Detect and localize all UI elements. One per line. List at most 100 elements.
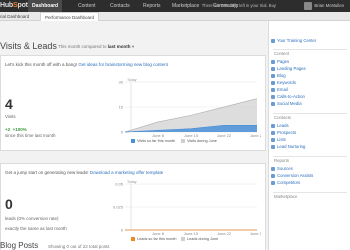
y-tick-label: 0.025 [113, 205, 124, 210]
compare-dropdown[interactable]: last month [108, 44, 131, 49]
sub-nav: rial Dashboard Performance Dashboard [0, 12, 350, 21]
leads-label: leads (0% conversion rate) [5, 216, 59, 221]
sidebar-item-lists[interactable]: Lists [271, 137, 286, 143]
sidebar-heading-reports: Reports [274, 158, 290, 163]
sidebar-item-label: Landing Pages [277, 66, 306, 71]
tab-dashboard[interactable]: rial Dashboard [0, 12, 29, 21]
compare-label: This month compared to last month ▾ [58, 44, 135, 49]
sidebar-item-icon [271, 181, 275, 185]
hubspot-logo[interactable]: HubSpot [0, 1, 28, 11]
sidebar-item-prospects[interactable]: Prospects [271, 130, 297, 136]
sidebar-heading-contacts: Contacts [274, 115, 291, 120]
legend-swatch [181, 139, 185, 143]
sidebar-item-icon [271, 81, 275, 85]
nav-reports[interactable]: Reports [143, 0, 161, 12]
legend-swatch [131, 237, 135, 241]
top-bar: HubSpot Dashboard Content Contacts Repor… [0, 0, 350, 12]
blog-posts-title: Blog Posts [0, 241, 39, 250]
visits-tip-text: Let's kick this month off with a bang! [5, 62, 78, 67]
sidebar-item-lead-nurturing[interactable]: Lead Nurturing [271, 144, 306, 150]
sidebar-item-conversion-assists[interactable]: Conversion Assists [271, 173, 314, 179]
sidebar-item-competitors[interactable]: Competitors [271, 180, 301, 186]
sidebar-item-icon [271, 88, 275, 92]
sidebar-item-label: Prospects [277, 130, 297, 135]
sidebar-item-social-media[interactable]: Social Media [271, 101, 302, 107]
training-icon [271, 39, 275, 43]
sidebar-item-calls-to-action[interactable]: Calls-to-Action [271, 94, 305, 100]
sidebar-training-link[interactable]: Your Training Center [271, 38, 317, 44]
sidebar-divider [273, 49, 347, 50]
sidebar-training-label: Your Training Center [277, 38, 317, 43]
sidebar-item-icon [271, 145, 275, 149]
sidebar-item-label: Blog [277, 73, 286, 78]
sidebar-heading-marketplace: Marketplace [274, 194, 298, 199]
leads-caption: exactly the same as last month [5, 226, 67, 231]
sidebar: Your Training Center Content Pages Landing… [268, 21, 350, 250]
visits-delta-pct: +100% [12, 127, 27, 132]
sidebar-item-pages[interactable]: Pages [271, 59, 290, 65]
blog-posts-subtitle: Showing 0 out of 22 total posts [48, 244, 110, 249]
leads-panel: Get a jump start on generating new leads… [0, 163, 266, 250]
sidebar-heading-content: Content [274, 51, 290, 56]
sidebar-item-icon [271, 124, 275, 128]
y-tick-label: 0.05 [115, 182, 124, 187]
page-title: Visits & Leads [0, 41, 57, 51]
sidebar-item-label: Keywords [277, 80, 296, 85]
visits-delta-count: +2 [5, 127, 11, 132]
sidebar-item-icon [271, 74, 275, 78]
legend-swatch [181, 237, 185, 241]
x-tick-label: June 29 [250, 133, 261, 138]
x-tick-label: June 8 [152, 231, 165, 236]
sidebar-item-icon [271, 167, 275, 171]
sidebar-item-label: Lead Nurturing [277, 144, 306, 149]
sidebar-item-label: Sources [277, 166, 293, 171]
leads-tip: Get a jump start on generating new leads… [5, 170, 163, 175]
legend-swatch [131, 139, 135, 143]
nav-marketplace[interactable]: Marketplace [172, 0, 199, 12]
visits-count: 4 [5, 96, 13, 112]
sidebar-item-icon [271, 60, 275, 64]
leads-tip-text: Get a jump start on generating new leads… [5, 170, 89, 175]
y-tick-label: 0 [121, 130, 124, 135]
nav-dashboard[interactable]: Dashboard [28, 0, 63, 12]
x-tick-label: June 22 [217, 133, 232, 138]
visits-panel: Let's kick this month off with a bang! G… [0, 55, 266, 151]
legend-label: Leads during June [187, 237, 218, 241]
nav-content[interactable]: Content [78, 0, 96, 12]
sidebar-item-email[interactable]: Email [271, 87, 288, 93]
y-tick-label: 30 [119, 80, 124, 85]
x-tick-label: June 29 [250, 231, 261, 236]
main-content: Visits & Leads This month compared to la… [0, 21, 268, 250]
sidebar-item-blog[interactable]: Blog [271, 73, 286, 79]
sidebar-item-label: Conversion Assists [277, 173, 314, 178]
sidebar-item-keywords[interactable]: Keywords [271, 80, 296, 86]
compare-prefix: This month compared to [58, 44, 107, 49]
sidebar-item-sources[interactable]: Sources [271, 166, 293, 172]
tab-performance-dashboard[interactable]: Performance Dashboard [40, 12, 100, 21]
sidebar-item-label: Pages [277, 59, 290, 64]
sidebar-item-icon [271, 95, 275, 99]
avatar[interactable] [304, 2, 312, 10]
trial-notice[interactable]: There are 496 days left in your trial. B… [202, 0, 276, 12]
sidebar-item-label: Competitors [277, 180, 301, 185]
x-tick-label: June 22 [217, 231, 232, 236]
x-tick-label: June 15 [184, 231, 199, 236]
leads-count: 0 [5, 196, 13, 212]
nav-contacts[interactable]: Contacts [110, 0, 130, 12]
sidebar-divider [273, 192, 347, 193]
visits-tip-link[interactable]: Get ideas for brainstorming new blog con… [78, 62, 168, 67]
sidebar-item-label: Leads [277, 123, 289, 128]
visits-delta-caption: since this time last month [5, 133, 56, 138]
visits-delta: +2 +100% [5, 127, 27, 132]
leads-tip-link[interactable]: Download a marketing offer template [90, 170, 163, 175]
legend-label: Visits so far this month [137, 139, 175, 143]
visits-label: Visits [5, 114, 16, 119]
sidebar-item-landing-pages[interactable]: Landing Pages [271, 66, 306, 72]
x-tick-label: June 15 [184, 133, 199, 138]
sidebar-divider [273, 113, 347, 114]
y-tick-label: 0 [121, 228, 124, 233]
sidebar-item-label: Social Media [277, 101, 302, 106]
sidebar-item-leads[interactable]: Leads [271, 123, 289, 129]
sidebar-item-label: Email [277, 87, 288, 92]
user-name[interactable]: Brian McMullen [314, 0, 344, 12]
